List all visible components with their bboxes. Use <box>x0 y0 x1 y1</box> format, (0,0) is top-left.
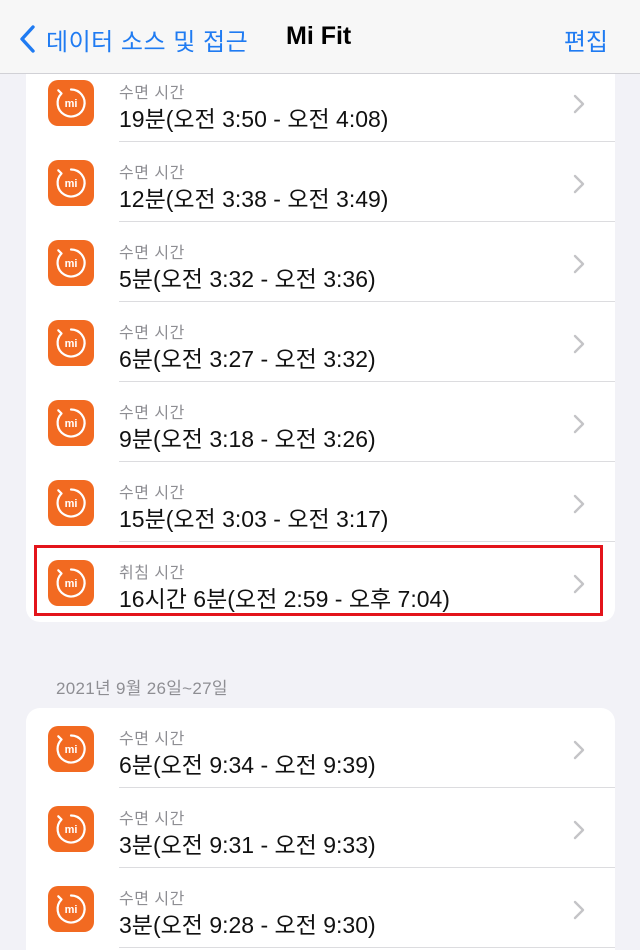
records-list[interactable]: mi 수면 시간 19분(오전 3:50 - 오전 4:08) mi 수면 시간… <box>0 74 640 950</box>
mi-fit-app-icon: mi <box>48 400 94 446</box>
sleep-record-row[interactable]: mi 수면 시간 3분(오전 9:28 - 오전 9:30) <box>26 868 615 948</box>
chevron-right-icon <box>573 820 585 845</box>
svg-text:mi: mi <box>65 744 78 756</box>
record-duration: 5분(오전 3:32 - 오전 3:36) <box>119 266 376 292</box>
sleep-record-row[interactable]: mi 취침 시간 16시간 6분(오전 2:59 - 오후 7:04) <box>26 542 615 622</box>
record-duration: 16시간 6분(오전 2:59 - 오후 7:04) <box>119 586 450 612</box>
edit-button[interactable]: 편집 <box>564 22 608 57</box>
record-duration: 9분(오전 3:18 - 오전 3:26) <box>119 426 376 452</box>
record-duration: 3분(오전 9:28 - 오전 9:30) <box>119 912 376 938</box>
chevron-right-icon <box>573 94 585 119</box>
chevron-right-icon <box>573 900 585 925</box>
sleep-record-row[interactable]: mi 수면 시간 6분(오전 3:27 - 오전 3:32) <box>26 302 615 382</box>
mi-fit-app-icon: mi <box>48 806 94 852</box>
chevron-right-icon <box>573 414 585 439</box>
record-duration: 19분(오전 3:50 - 오전 4:08) <box>119 106 389 132</box>
record-duration: 6분(오전 3:27 - 오전 3:32) <box>119 346 376 372</box>
mi-fit-app-icon: mi <box>48 320 94 366</box>
chevron-left-icon <box>18 24 36 54</box>
chevron-right-icon <box>573 740 585 765</box>
sleep-record-row[interactable]: mi 수면 시간 3분(오전 9:31 - 오전 9:33) <box>26 788 615 868</box>
svg-text:mi: mi <box>65 904 78 916</box>
chevron-right-icon <box>573 334 585 359</box>
page-title: Mi Fit <box>286 22 352 50</box>
record-duration: 12분(오전 3:38 - 오전 3:49) <box>119 186 389 212</box>
section-header-date: 2021년 9월 26일~27일 <box>56 679 228 698</box>
svg-text:mi: mi <box>65 178 78 190</box>
mi-fit-app-icon: mi <box>48 886 94 932</box>
chevron-right-icon <box>573 494 585 519</box>
sleep-record-row[interactable]: mi 수면 시간 5분(오전 3:32 - 오전 3:36) <box>26 222 615 302</box>
mi-fit-app-icon: mi <box>48 560 94 606</box>
mi-fit-app-icon: mi <box>48 80 94 126</box>
record-duration: 3분(오전 9:31 - 오전 9:33) <box>119 832 376 858</box>
sleep-record-row[interactable]: mi 수면 시간 19분(오전 3:50 - 오전 4:08) <box>26 74 615 142</box>
sleep-record-row[interactable]: mi 수면 시간 9분(오전 3:18 - 오전 3:26) <box>26 382 615 462</box>
svg-text:mi: mi <box>65 498 78 510</box>
navigation-bar: 데이터 소스 및 접근 Mi Fit 편집 <box>0 0 640 74</box>
sleep-record-row[interactable]: mi 수면 시간 15분(오전 3:03 - 오전 3:17) <box>26 462 615 542</box>
svg-text:mi: mi <box>65 824 78 836</box>
mi-fit-app-icon: mi <box>48 240 94 286</box>
mi-fit-app-icon: mi <box>48 726 94 772</box>
back-button-label: 데이터 소스 및 접근 <box>46 28 249 56</box>
svg-text:mi: mi <box>65 418 78 430</box>
chevron-right-icon <box>573 254 585 279</box>
records-group: mi 수면 시간 19분(오전 3:50 - 오전 4:08) mi 수면 시간… <box>26 74 615 622</box>
sleep-record-row[interactable]: mi 수면 시간 6분(오전 9:34 - 오전 9:39) <box>26 708 615 788</box>
mi-fit-app-icon: mi <box>48 160 94 206</box>
sleep-record-row[interactable]: mi 수면 시간 12분(오전 3:38 - 오전 3:49) <box>26 142 615 222</box>
svg-text:mi: mi <box>65 98 78 110</box>
records-group: mi 수면 시간 6분(오전 9:34 - 오전 9:39) mi 수면 시간 … <box>26 708 615 950</box>
chevron-right-icon <box>573 574 585 599</box>
svg-text:mi: mi <box>65 338 78 350</box>
svg-text:mi: mi <box>65 578 78 590</box>
mi-fit-app-icon: mi <box>48 480 94 526</box>
record-duration: 6분(오전 9:34 - 오전 9:39) <box>119 752 376 778</box>
record-duration: 15분(오전 3:03 - 오전 3:17) <box>119 506 389 532</box>
svg-text:mi: mi <box>65 258 78 270</box>
back-button[interactable]: 데이터 소스 및 접근 <box>18 20 248 58</box>
chevron-right-icon <box>573 174 585 199</box>
row-separator <box>119 947 615 948</box>
